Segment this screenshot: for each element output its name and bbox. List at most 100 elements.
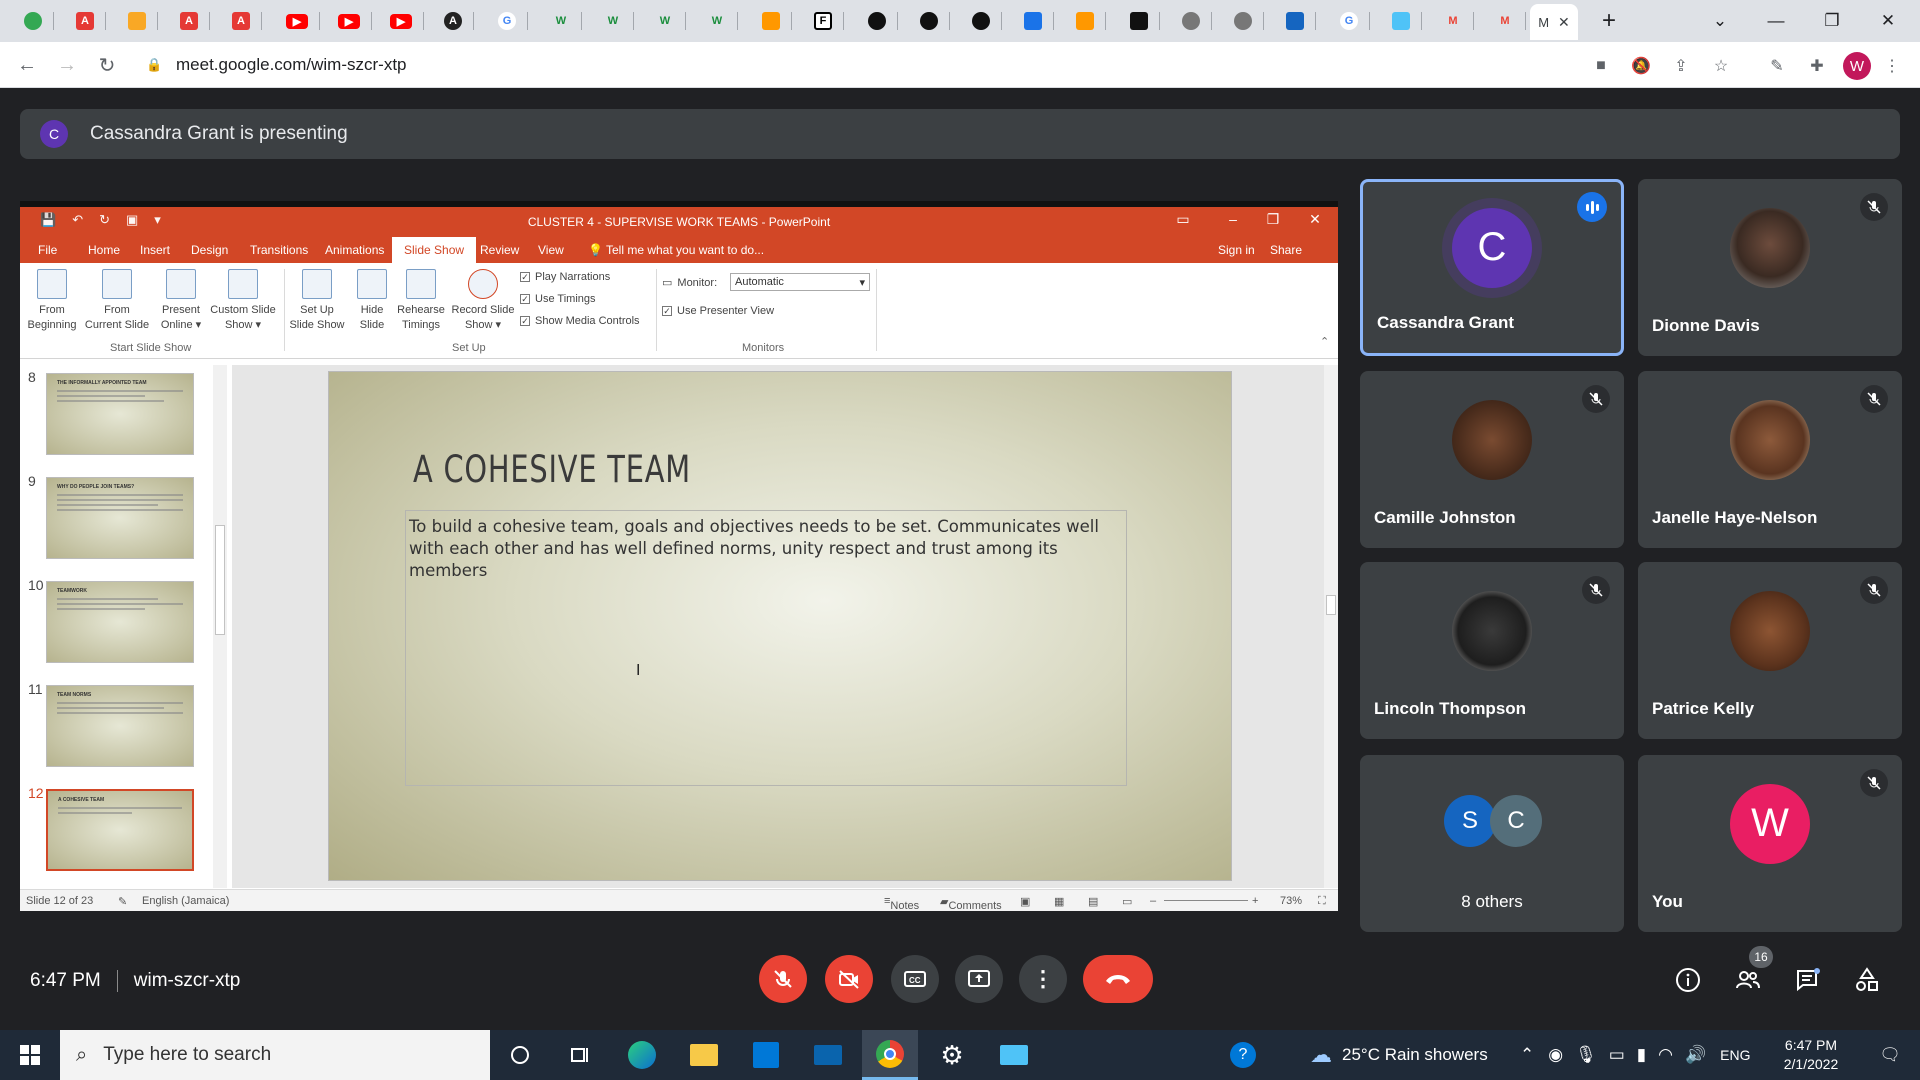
tab-home[interactable]: Home (88, 243, 120, 257)
camera-tray-icon[interactable]: ◉ (1548, 1045, 1563, 1065)
ppt-close-icon[interactable]: ✕ (1300, 211, 1330, 228)
tab-19[interactable] (966, 6, 1008, 36)
mic-toggle-button[interactable] (759, 955, 807, 1003)
tab-11[interactable]: W (546, 6, 588, 36)
tab-2[interactable]: A (70, 6, 112, 36)
tab-review[interactable]: Review (480, 243, 519, 257)
tile-cassandra-grant[interactable]: C Cassandra Grant (1360, 179, 1624, 356)
task-view-button[interactable] (552, 1030, 608, 1080)
thumbnail-slide-11[interactable]: 11 TEAM NORMS (20, 681, 232, 767)
tab-17[interactable] (862, 6, 904, 36)
slide-body-text[interactable]: To build a cohesive team, goals and obje… (409, 516, 1109, 582)
tile-dionne-davis[interactable]: Dionne Davis (1638, 179, 1902, 356)
fit-slide-icon[interactable]: ⛶ (1318, 895, 1326, 908)
tab-14[interactable]: W (702, 6, 744, 36)
slide-title[interactable]: A COHESIVE TEAM (413, 448, 691, 491)
tab-26[interactable]: G (1334, 6, 1376, 36)
menu-dots-icon[interactable]: ⋮ (1880, 54, 1904, 78)
tab-file[interactable]: File (38, 243, 57, 257)
tile-lincoln-thompson[interactable]: Lincoln Thompson (1360, 562, 1624, 739)
taskbar-edge[interactable] (614, 1030, 670, 1080)
tab-27[interactable] (1386, 6, 1428, 36)
ppt-restore-icon[interactable]: ❐ (1258, 211, 1288, 228)
zoom-slider[interactable] (1164, 900, 1248, 901)
bookmark-star-icon[interactable]: ☆ (1709, 54, 1733, 78)
maximize-button[interactable]: ❐ (1804, 0, 1860, 42)
tab-9[interactable]: A (438, 6, 480, 36)
tab-20[interactable] (1018, 6, 1060, 36)
taskbar-store[interactable] (738, 1030, 794, 1080)
ppt-minimize-icon[interactable]: – (1218, 211, 1248, 227)
tab-24[interactable] (1228, 6, 1270, 36)
tab-active-meet[interactable]: M ✕ (1530, 4, 1578, 40)
tile-camille-johnston[interactable]: Camille Johnston (1360, 371, 1624, 548)
use-presenter-view-checkbox[interactable]: ✓ Use Presenter View (662, 305, 774, 317)
activities-button[interactable] (1852, 965, 1882, 995)
share-icon[interactable]: ⇪ (1669, 54, 1693, 78)
taskbar-search[interactable]: ⌕ Type here to search (60, 1030, 490, 1080)
tab-16[interactable]: F (808, 6, 850, 36)
omnibox[interactable]: 🔒 meet.google.com/wim-szcr-xtp (136, 48, 1556, 82)
wifi-icon[interactable]: ◠ (1658, 1045, 1673, 1065)
meeting-info-button[interactable] (1673, 965, 1703, 995)
tab-25[interactable] (1280, 6, 1322, 36)
battery-icon[interactable]: ▮ (1637, 1045, 1646, 1065)
leave-call-button[interactable] (1083, 955, 1153, 1003)
tab-8[interactable]: ▶ (386, 6, 428, 36)
tab-1[interactable] (18, 6, 60, 36)
custom-slide-show-button[interactable]: Custom Slide Show ▾ (206, 269, 280, 333)
camera-toggle-button[interactable] (825, 955, 873, 1003)
tab-28[interactable]: M (1438, 6, 1480, 36)
input-language[interactable]: ENG (1720, 1047, 1750, 1063)
extension-icon[interactable]: ✎ (1765, 54, 1789, 78)
taskbar-file-explorer[interactable] (676, 1030, 732, 1080)
tab-13[interactable]: W (650, 6, 692, 36)
tab-12[interactable]: W (598, 6, 640, 36)
weather-widget[interactable]: ☁ 25°C Rain showers (1310, 1030, 1488, 1080)
tab-7[interactable]: ▶ (334, 6, 376, 36)
hide-slide-button[interactable]: Hide Slide (352, 269, 392, 333)
play-narrations-checkbox[interactable]: ✓ Play Narrations (520, 271, 610, 283)
taskbar-settings[interactable]: ⚙ (924, 1030, 980, 1080)
record-slide-show-button[interactable]: Record Slide Show ▾ (448, 269, 518, 333)
tab-18[interactable] (914, 6, 956, 36)
tab-animations[interactable]: Animations (325, 243, 384, 257)
notifications-off-icon[interactable]: 🔕 (1629, 54, 1653, 78)
present-now-button[interactable] (955, 955, 1003, 1003)
taskbar-mail[interactable] (800, 1030, 856, 1080)
tab-6[interactable]: ▶ (282, 6, 324, 36)
tab-29[interactable]: M (1490, 6, 1532, 36)
tab-22[interactable] (1124, 6, 1166, 36)
lock-icon[interactable]: 🔒 (146, 57, 162, 73)
collapse-ribbon-icon[interactable]: ⌃ (1320, 335, 1329, 348)
help-icon[interactable]: ? (1230, 1030, 1256, 1080)
tile-others[interactable]: S C 8 others (1360, 755, 1624, 932)
zoom-level[interactable]: 73% (1280, 895, 1302, 907)
tab-search-icon[interactable]: ⌄ (1692, 0, 1748, 42)
ribbon-display-icon[interactable]: ▭ (1168, 211, 1198, 228)
thumbnail-slide-10[interactable]: 10 TEAMWORK (20, 577, 232, 663)
microphone-tray-icon[interactable]: 🎙 (1575, 1045, 1597, 1065)
minimize-button[interactable]: — (1748, 0, 1804, 42)
from-beginning-button[interactable]: From Beginning (24, 269, 80, 333)
start-button[interactable] (2, 1030, 58, 1080)
taskbar-chrome[interactable] (862, 1030, 918, 1080)
thumbnail-slide-8[interactable]: 8 THE INFORMALLY APPOINTED TEAM (20, 369, 232, 455)
notes-button[interactable]: ≡ Notes (884, 895, 919, 912)
sign-in-link[interactable]: Sign in (1218, 243, 1255, 257)
zoom-in-icon[interactable]: + (1252, 895, 1258, 907)
thumbnail-slide-12-current[interactable]: 12 A COHESIVE TEAM (20, 785, 232, 871)
comments-button[interactable]: ▰ Comments (940, 895, 1002, 912)
tell-me-search[interactable]: Tell me what you want to do... (606, 243, 764, 257)
present-online-button[interactable]: Present Online ▾ (156, 269, 206, 333)
monitor-select[interactable]: Automatic ▾ (730, 273, 870, 291)
tile-patrice-kelly[interactable]: Patrice Kelly (1638, 562, 1902, 739)
tab-view[interactable]: View (538, 243, 564, 257)
use-timings-checkbox[interactable]: ✓ Use Timings (520, 293, 596, 305)
close-window-button[interactable]: ✕ (1860, 0, 1916, 42)
editing-scrollbar[interactable] (1324, 365, 1338, 888)
tab-15[interactable] (756, 6, 798, 36)
tab-insert[interactable]: Insert (140, 243, 170, 257)
camera-blocked-icon[interactable]: ■ (1589, 54, 1613, 78)
tab-5[interactable]: A (226, 6, 268, 36)
